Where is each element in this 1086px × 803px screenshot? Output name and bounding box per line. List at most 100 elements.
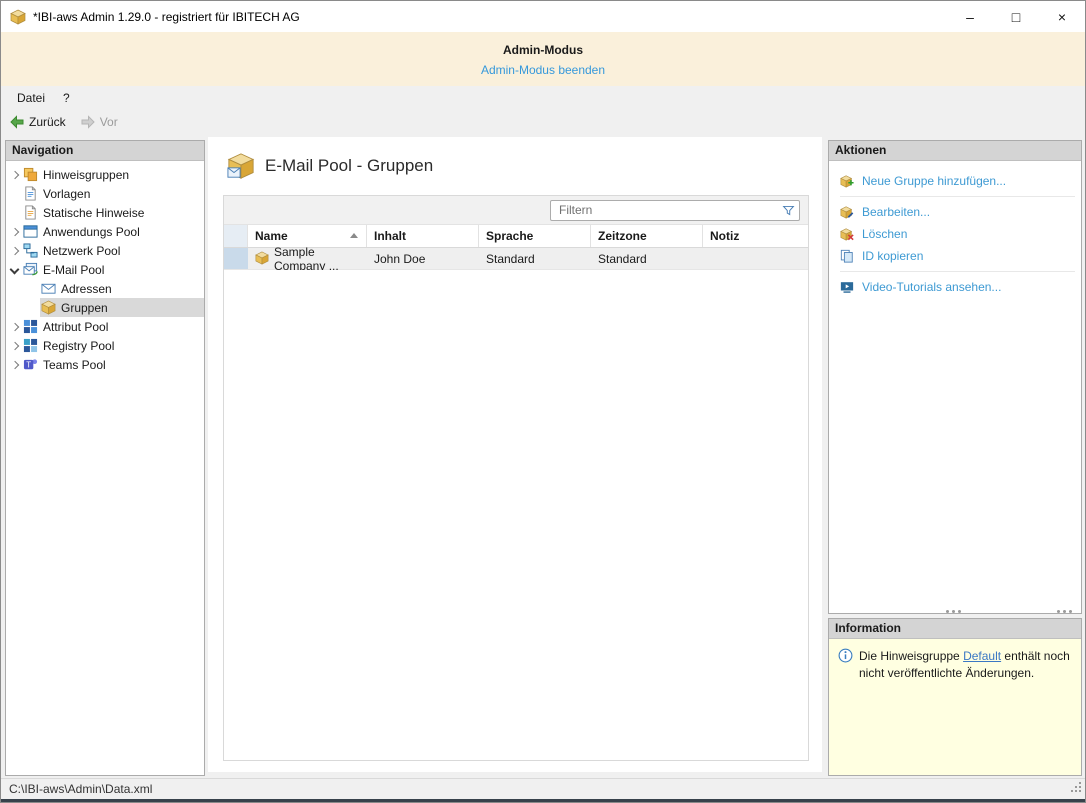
- nav-item-adressen[interactable]: Adressen: [6, 279, 204, 298]
- chevron-right-icon[interactable]: [6, 338, 22, 354]
- data-file-path: C:\IBI-aws\Admin\Data.xml: [9, 782, 153, 796]
- nav-item-netzwerk-pool[interactable]: Netzwerk Pool: [6, 241, 204, 260]
- column-header-sprache[interactable]: Sprache: [479, 225, 591, 247]
- action-video-tutorials[interactable]: Video-Tutorials ansehen...: [829, 276, 1081, 298]
- envelope-icon: [41, 281, 56, 296]
- nav-item-label: Statische Hinweise: [43, 205, 145, 220]
- default-group-link[interactable]: Default: [963, 649, 1001, 663]
- titlebar: *IBI-aws Admin 1.29.0 - registriert für …: [1, 1, 1085, 32]
- maximize-button[interactable]: □: [993, 1, 1039, 32]
- toolbar: Zurück Vor: [1, 109, 1085, 135]
- nav-item-teams-pool[interactable]: T Teams Pool: [6, 355, 204, 374]
- forward-button[interactable]: Vor: [74, 110, 124, 134]
- nav-item-label: Hinweisgruppen: [43, 167, 130, 182]
- package-edit-icon: [840, 205, 855, 220]
- chevron-placeholder: [24, 281, 40, 297]
- action-add-group[interactable]: Neue Gruppe hinzufügen...: [829, 170, 1081, 192]
- nav-item-label: Netzwerk Pool: [43, 243, 121, 258]
- copy-icon: [840, 249, 855, 264]
- column-header-notiz[interactable]: Notiz: [703, 225, 808, 247]
- menu-help[interactable]: ?: [54, 86, 79, 109]
- close-button[interactable]: ×: [1039, 1, 1085, 32]
- app-window: *IBI-aws Admin 1.29.0 - registriert für …: [0, 0, 1086, 803]
- nav-item-label: Adressen: [61, 281, 112, 296]
- back-arrow-icon: [9, 114, 25, 130]
- package-icon: [41, 300, 56, 315]
- chevron-placeholder: [24, 300, 40, 316]
- package-delete-icon: [840, 227, 855, 242]
- teams-icon: T: [23, 357, 38, 372]
- cell-sprache: Standard: [479, 248, 591, 269]
- template-icon: [23, 186, 38, 201]
- minimize-button[interactable]: –: [947, 1, 993, 32]
- action-delete[interactable]: Löschen: [829, 223, 1081, 245]
- action-copy-id[interactable]: ID kopieren: [829, 245, 1081, 267]
- svg-text:T: T: [26, 360, 31, 369]
- package-add-icon: [840, 174, 855, 189]
- nav-item-label: E-Mail Pool: [43, 262, 105, 277]
- static-note-icon: [23, 205, 38, 220]
- menubar: Datei ?: [1, 86, 1085, 109]
- navigation-panel: Navigation Hinweisgruppen Vorlagen Stati…: [5, 140, 205, 776]
- app-logo-icon: [10, 9, 26, 25]
- chevron-down-icon[interactable]: [6, 262, 22, 278]
- attribute-grid-icon: [23, 319, 38, 334]
- column-header-inhalt[interactable]: Inhalt: [367, 225, 479, 247]
- navigation-header: Navigation: [6, 141, 204, 161]
- panel-splitter[interactable]: [828, 605, 1082, 616]
- package-icon: [255, 251, 269, 266]
- column-label: Name: [255, 229, 288, 243]
- information-panel: Information Die Hinweisgruppe Default en…: [828, 618, 1082, 776]
- column-label: Sprache: [486, 229, 534, 243]
- forward-arrow-icon: [80, 114, 96, 130]
- nav-item-label: Anwendungs Pool: [43, 224, 140, 239]
- cell-text: John Doe: [374, 251, 426, 266]
- admin-mode-banner: Admin-Modus Admin-Modus beenden: [1, 32, 1085, 86]
- nav-item-label: Gruppen: [61, 300, 108, 315]
- action-label: Bearbeiten...: [862, 205, 931, 219]
- chevron-placeholder: [6, 205, 22, 221]
- column-label: Inhalt: [374, 229, 406, 243]
- filter-funnel-icon[interactable]: [782, 204, 795, 217]
- actions-panel: Aktionen Neue Gruppe hinzufügen... Bearb…: [828, 140, 1082, 614]
- sort-ascending-icon: [350, 233, 358, 238]
- cell-text: Standard: [598, 251, 647, 266]
- chevron-right-icon[interactable]: [6, 224, 22, 240]
- info-message: Die Hinweisgruppe Default enthält noch n…: [859, 648, 1073, 767]
- forward-button-label: Vor: [99, 115, 118, 129]
- registry-grid-icon: [23, 338, 38, 353]
- application-window-icon: [23, 224, 38, 239]
- filter-band: [224, 196, 808, 225]
- network-icon: [23, 243, 38, 258]
- nav-item-anwendungs-pool[interactable]: Anwendungs Pool: [6, 222, 204, 241]
- nav-item-statische-hinweise[interactable]: Statische Hinweise: [6, 203, 204, 222]
- action-label: Video-Tutorials ansehen...: [862, 280, 1002, 294]
- nav-item-gruppen[interactable]: Gruppen: [6, 298, 204, 317]
- table-header-row: Name Inhalt Sprache Zeitzone Notiz: [224, 225, 808, 248]
- separator: [840, 271, 1075, 272]
- resize-grip-icon[interactable]: [1069, 780, 1081, 792]
- nav-item-hinweisgruppen[interactable]: Hinweisgruppen: [6, 165, 204, 184]
- admin-mode-exit-link[interactable]: Admin-Modus beenden: [1, 63, 1085, 77]
- back-button-label: Zurück: [29, 115, 66, 129]
- chevron-right-icon[interactable]: [6, 319, 22, 335]
- action-edit[interactable]: Bearbeiten...: [829, 201, 1081, 223]
- column-label: Zeitzone: [598, 229, 647, 243]
- chevron-right-icon[interactable]: [6, 243, 22, 259]
- chevron-right-icon[interactable]: [6, 167, 22, 183]
- column-header-zeitzone[interactable]: Zeitzone: [591, 225, 703, 247]
- nav-item-registry-pool[interactable]: Registry Pool: [6, 336, 204, 355]
- nav-item-attribut-pool[interactable]: Attribut Pool: [6, 317, 204, 336]
- window-title: *IBI-aws Admin 1.29.0 - registriert für …: [33, 9, 300, 24]
- column-header-name[interactable]: Name: [248, 225, 367, 247]
- filter-input[interactable]: [550, 199, 800, 221]
- column-label: Notiz: [710, 229, 740, 243]
- nav-item-vorlagen[interactable]: Vorlagen: [6, 184, 204, 203]
- cell-text: Standard: [486, 251, 535, 266]
- table-row[interactable]: Sample Company ... John Doe Standard Sta…: [224, 244, 808, 273]
- nav-item-email-pool[interactable]: E-Mail Pool: [6, 260, 204, 279]
- cell-text: Sample Company ...: [274, 244, 339, 273]
- menu-file[interactable]: Datei: [8, 86, 54, 109]
- chevron-right-icon[interactable]: [6, 357, 22, 373]
- back-button[interactable]: Zurück: [3, 110, 72, 134]
